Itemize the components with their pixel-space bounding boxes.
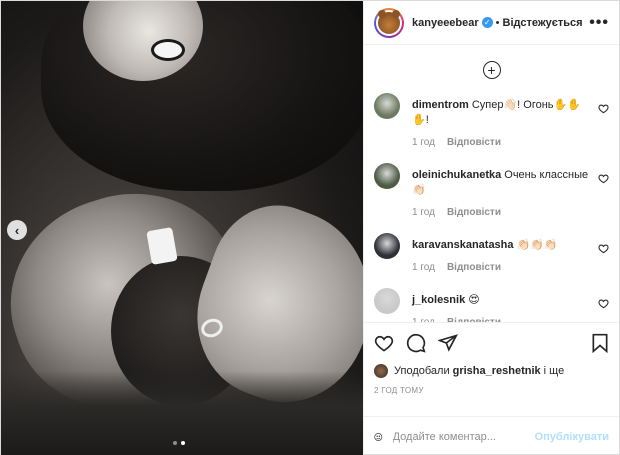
comment-time[interactable]: 1 год — [412, 262, 435, 273]
reply-button[interactable]: Відповісти — [447, 207, 501, 218]
comment-time[interactable]: 1 год — [412, 317, 435, 322]
comment-icon[interactable] — [406, 333, 426, 353]
publish-button[interactable]: Опублікувати — [535, 431, 609, 443]
heart-icon[interactable] — [374, 333, 394, 353]
avatar[interactable] — [374, 7, 404, 38]
chevron-left-icon: ‹ — [14, 222, 20, 238]
comment-composer: Опублікувати — [364, 416, 619, 455]
comment-text: 😍 — [468, 294, 480, 306]
reply-button[interactable]: Відповісти — [447, 137, 501, 148]
avatar[interactable] — [374, 163, 400, 189]
more-icon[interactable]: ••• — [589, 14, 609, 32]
reply-button[interactable]: Відповісти — [447, 262, 501, 273]
likes-user-link[interactable]: grisha_reshetnik — [453, 365, 541, 377]
reply-button[interactable]: Відповісти — [447, 317, 501, 322]
avatar[interactable] — [374, 233, 400, 259]
avatar[interactable] — [374, 93, 400, 119]
comment-item: oleinichukanetka Очень классные 👏🏻 1 год Ві… — [364, 163, 619, 218]
avatar[interactable] — [374, 288, 400, 314]
likes-prefix: Уподобали — [394, 365, 450, 377]
post-timestamp[interactable]: 2 ГОД ТОМУ — [364, 386, 619, 400]
carousel-prev-button[interactable]: ‹ — [7, 220, 27, 240]
carousel-dot — [173, 441, 177, 445]
comment-item: dimentrom Супер👋🏻! Огонь✋✋✋! 1 год Відповіс… — [364, 93, 619, 148]
comment-text: 👏🏻👏🏻👏🏻 — [516, 239, 558, 251]
comment-item: karavanskanatasha 👏🏻👏🏻👏🏻 1 год Відповісти — [364, 233, 619, 273]
follow-status-button[interactable]: Відстежується — [503, 17, 583, 29]
carousel-dot-active — [181, 441, 185, 445]
comment-time[interactable]: 1 год — [412, 137, 435, 148]
heart-icon[interactable] — [598, 173, 609, 184]
post-image[interactable]: ‹ — [1, 1, 363, 455]
separator-dot: • — [495, 16, 500, 29]
comments-list: + dimentrom Супер👋🏻! Огонь✋✋✋! 1 год Відпов… — [364, 45, 619, 322]
verified-icon: ✓ — [481, 17, 493, 28]
avatar[interactable] — [374, 364, 388, 378]
post-header: kanyeeebear ✓ • Відстежується ••• — [364, 1, 619, 45]
emoji-icon[interactable] — [374, 427, 383, 447]
share-icon[interactable] — [438, 333, 458, 353]
plus-circle-icon[interactable]: + — [482, 61, 501, 79]
bookmark-icon[interactable] — [591, 333, 609, 353]
carousel-indicator — [173, 441, 185, 445]
action-bar — [364, 322, 619, 362]
comment-username[interactable]: karavanskanatasha — [412, 239, 514, 251]
heart-icon[interactable] — [598, 243, 609, 254]
comment-input[interactable] — [392, 430, 535, 443]
comment-username[interactable]: j_kolesnik — [412, 294, 465, 306]
heart-icon[interactable] — [598, 103, 609, 114]
comment-item: j_kolesnik😍 1 год Відповісти — [364, 288, 619, 322]
heart-icon[interactable] — [598, 298, 609, 309]
comment-time[interactable]: 1 год — [412, 207, 435, 218]
post-sidebar: kanyeeebear ✓ • Відстежується ••• + dime… — [363, 1, 619, 455]
likes-summary: Уподобали grisha_reshetnik і ще — [364, 362, 619, 380]
bear-avatar-icon — [378, 9, 400, 34]
instagram-post: ‹ kanyeeebear ✓ • Відстежується ••• + di… — [0, 0, 620, 455]
post-username[interactable]: kanyeeebear — [412, 17, 479, 29]
comment-username[interactable]: oleinichukanetka — [412, 169, 501, 181]
comment-username[interactable]: dimentrom — [412, 99, 469, 111]
likes-suffix[interactable]: і ще — [544, 365, 565, 377]
